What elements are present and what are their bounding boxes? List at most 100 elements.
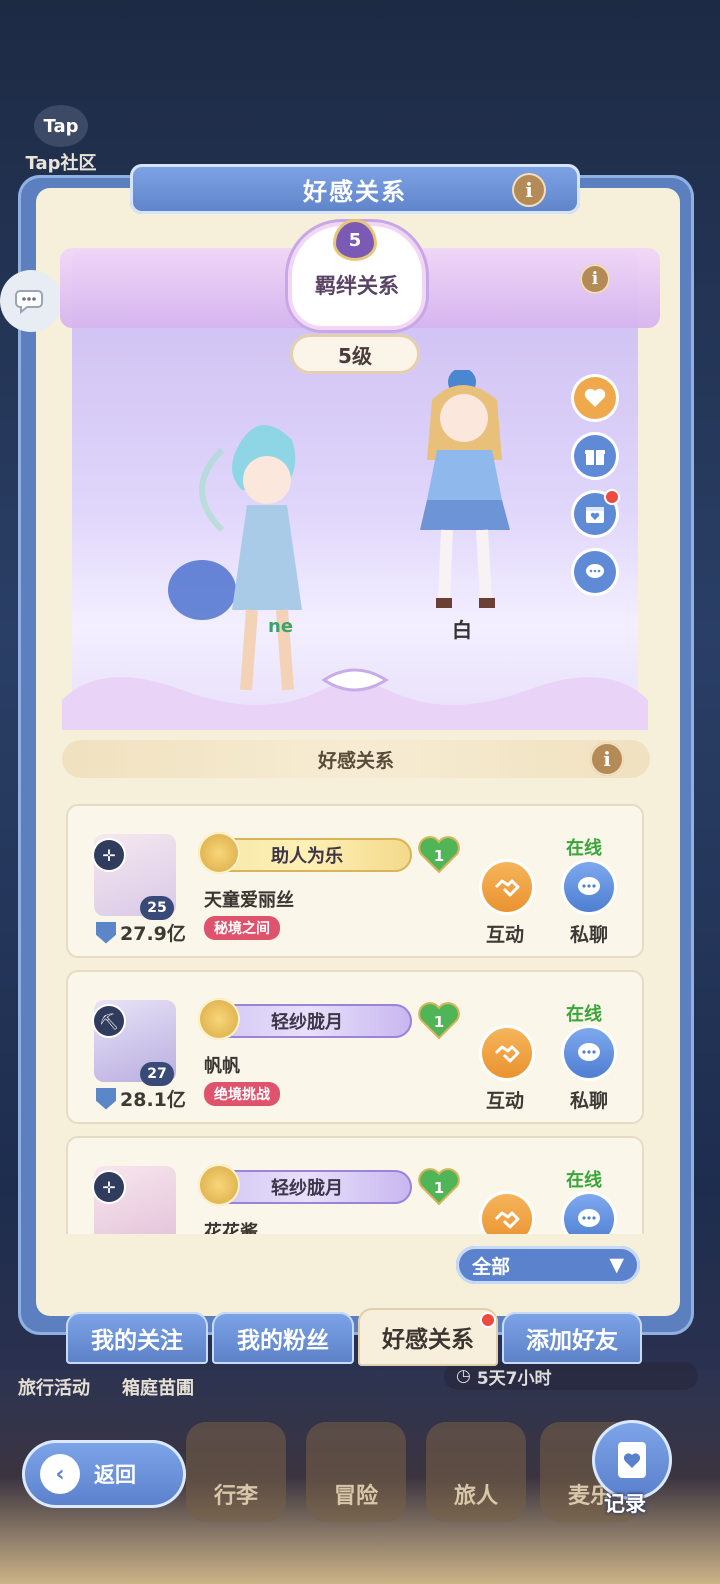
tab-affinity[interactable]: 好感关系 <box>358 1308 498 1366</box>
affinity-heart-level: 1 <box>434 1179 444 1197</box>
planet-icon <box>198 998 240 1040</box>
event-timer: ◷ 5天7小时 <box>444 1362 698 1390</box>
friend-location-tag: 绝境挑战 <box>204 1082 280 1106</box>
filter-selected-value: 全部 <box>472 1255 511 1278</box>
floating-chat-button[interactable] <box>0 270 62 332</box>
private-chat-label: 私聊 <box>570 924 609 946</box>
tab-add-friend[interactable]: 添加好友 <box>502 1312 642 1364</box>
tap-icon: Tap <box>34 105 88 147</box>
nav-adventure-label: 冒险 <box>333 1484 378 1509</box>
interact-label: 互动 <box>486 924 525 946</box>
friend-title: 轻纱胧月 <box>271 1012 343 1033</box>
gift-box-icon <box>585 450 605 465</box>
bond-label: 羁绊关系 <box>315 274 399 298</box>
tab-following[interactable]: 我的关注 <box>66 1312 208 1364</box>
friend-card[interactable]: ⛏ 27 28.1亿 轻纱胧月 1 帆帆 绝境挑战 在线 互动 私聊 <box>66 970 644 1124</box>
record-book-icon <box>618 1442 646 1478</box>
calendar-heart-icon <box>586 507 604 523</box>
info-icon: i <box>591 269 599 289</box>
nav-luggage[interactable]: 行李 <box>186 1422 286 1522</box>
tap-community-label: Tap社区 <box>25 153 97 174</box>
chat-icon <box>578 1043 600 1061</box>
class-icon: ⛏ <box>94 1006 124 1036</box>
affinity-heart-icon: 1 <box>418 1168 460 1206</box>
friend-location-tag: 秘境之间 <box>204 916 280 940</box>
friend-online-status: 在线 <box>566 1004 602 1025</box>
panel-info-button[interactable]: i <box>512 173 546 207</box>
filter-dropdown[interactable]: 全部 ▼ <box>456 1246 640 1284</box>
bond-level-text: 5级 <box>338 343 372 368</box>
friend-power-value: 27.9亿 <box>120 923 186 945</box>
nav-traveler-label: 旅人 <box>453 1484 498 1509</box>
travel-activity-label[interactable]: 旅行活动 <box>18 1374 90 1400</box>
friend-list-info-button[interactable]: i <box>590 742 624 776</box>
right-character-name: 白 <box>452 618 472 642</box>
tab-fans[interactable]: 我的粉丝 <box>212 1312 354 1364</box>
chat-icon <box>578 877 600 895</box>
back-button[interactable]: ‹ 返回 <box>22 1440 186 1508</box>
class-icon: ✛ <box>94 1172 124 1202</box>
nav-traveler[interactable]: 旅人 <box>426 1422 526 1522</box>
friend-list-header: 好感关系 <box>62 740 650 778</box>
interact-button[interactable] <box>482 1194 532 1234</box>
chat-button[interactable] <box>574 551 616 593</box>
interact-button[interactable] <box>482 862 532 912</box>
gift-heart-button[interactable] <box>574 377 616 419</box>
bond-level-number: 5 <box>348 229 362 251</box>
player-character-right <box>420 370 510 608</box>
scroll-icon <box>198 832 240 874</box>
tab-fans-label: 我的粉丝 <box>237 1328 329 1354</box>
chat-icon <box>586 564 604 578</box>
affinity-heart-level: 1 <box>434 847 444 865</box>
bond-info-button[interactable]: i <box>580 264 610 294</box>
bond-level-pill: 5级 <box>290 334 420 374</box>
friend-name: 花花酱 <box>204 1222 258 1234</box>
friend-list[interactable]: ✛ 25 27.9亿 助人为乐 1 天童爱丽丝 秘境之间 在线 互动 私聊 ⛏ … <box>66 802 646 1234</box>
back-arrow-icon: ‹ <box>40 1454 80 1494</box>
interact-button[interactable] <box>482 1028 532 1078</box>
clock-icon: ◷ <box>456 1366 471 1386</box>
record-label: 记录 <box>604 1492 646 1516</box>
tab-add-friend-label: 添加好友 <box>526 1328 618 1354</box>
friend-name: 帆帆 <box>204 1056 240 1077</box>
private-chat-button[interactable] <box>564 1194 614 1234</box>
info-icon: i <box>603 747 611 771</box>
friend-online-status: 在线 <box>566 1170 602 1191</box>
left-character-name: ne <box>268 616 294 637</box>
calendar-notification-dot <box>606 491 618 503</box>
nav-adventure[interactable]: 冒险 <box>306 1422 406 1522</box>
friend-power-value: 28.1亿 <box>120 1089 186 1111</box>
scene-ornament-frame <box>62 668 648 730</box>
garden-label[interactable]: 箱庭苗圃 <box>122 1374 194 1400</box>
planet-icon <box>198 1164 240 1206</box>
nav-luggage-label: 行李 <box>213 1484 258 1509</box>
tap-community-button[interactable]: Tap Tap社区 <box>18 105 104 175</box>
private-chat-button[interactable] <box>564 862 614 912</box>
handshake-icon <box>494 879 520 897</box>
friend-online-status: 在线 <box>566 838 602 859</box>
friend-power: 27.9亿 <box>96 919 186 946</box>
tab-affinity-notification-dot <box>482 1314 494 1326</box>
private-chat-label: 私聊 <box>570 1090 609 1112</box>
friend-power: 28.1亿 <box>96 1085 186 1112</box>
tab-following-label: 我的关注 <box>91 1328 183 1354</box>
chevron-down-icon: ▼ <box>609 1254 624 1276</box>
heart-gift-icon <box>584 388 606 407</box>
friend-title: 轻纱胧月 <box>271 1178 343 1199</box>
bond-level-badge: 5 <box>336 222 374 258</box>
event-timer-text: 5天7小时 <box>476 1368 552 1389</box>
friend-card[interactable]: ✛ 轻纱胧月 1 花花酱 在线 <box>66 1136 644 1234</box>
private-chat-button[interactable] <box>564 1028 614 1078</box>
friend-list-title: 好感关系 <box>317 749 394 772</box>
affinity-heart-icon: 1 <box>418 836 460 874</box>
friend-level-badge: 27 <box>140 1062 174 1086</box>
tab-affinity-label: 好感关系 <box>382 1327 474 1353</box>
friend-card[interactable]: ✛ 25 27.9亿 助人为乐 1 天童爱丽丝 秘境之间 在线 互动 私聊 <box>66 804 644 958</box>
handshake-icon <box>494 1045 520 1063</box>
chat-icon <box>578 1209 600 1227</box>
chat-bubble-icon <box>15 290 43 315</box>
handshake-icon <box>494 1211 520 1229</box>
panel-title: 好感关系 <box>303 177 407 206</box>
class-icon: ✛ <box>94 840 124 870</box>
gift-button[interactable] <box>574 435 616 477</box>
